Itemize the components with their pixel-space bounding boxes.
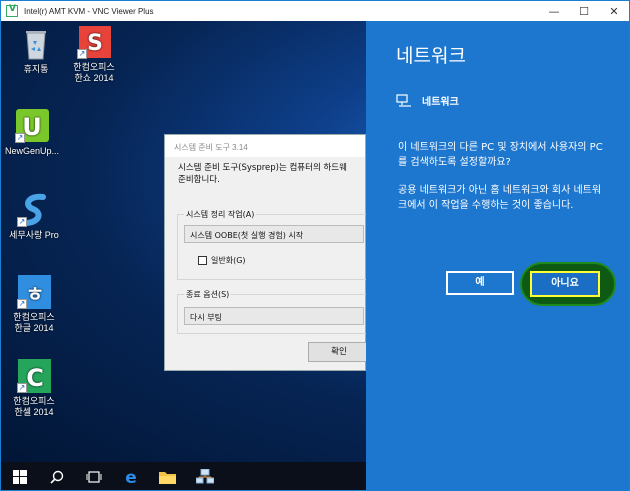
discovery-question: 이 네트워크의 다른 PC 및 장치에서 사용자의 PC를 검색하도록 설정할까…: [398, 142, 603, 168]
cleanup-action-group: 시스템 정리 작업(A) 시스템 OOBE(첫 실행 경험) 시작 일반화(G): [177, 209, 367, 280]
no-button[interactable]: 아니요: [530, 271, 600, 297]
recycle-bin-icon: [19, 27, 53, 61]
dialog-description: 시스템 준비 도구(Sysprep)는 컴퓨터의 하드웨 준비합니다.: [178, 163, 347, 185]
desktop-icon-hangul[interactable]: ㅎ ↗ 한컴오피스 한글 2014: [1, 275, 69, 334]
icon-label: 세무사랑 Pro: [9, 230, 59, 240]
yes-button[interactable]: 예: [446, 271, 514, 295]
discovery-info: 공용 네트워크가 아닌 홈 네트워크와 회사 네트워크에서 이 작업을 수행하는…: [398, 185, 602, 211]
ok-button[interactable]: 확인: [308, 342, 370, 362]
panel-subtitle: 네트워크: [396, 93, 459, 108]
network-icon: [396, 93, 411, 107]
icon-label: 한셀 2014: [14, 407, 54, 417]
shortcut-arrow-icon: ↗: [77, 49, 87, 59]
svg-text:U: U: [22, 113, 42, 141]
shortcut-arrow-icon: ↗: [17, 217, 27, 227]
search-button[interactable]: [38, 462, 75, 490]
vnc-viewer-window: Intel(r) AMT KVM - VNC Viewer Plus — ☐ ✕…: [0, 0, 630, 491]
window-title: Intel(r) AMT KVM - VNC Viewer Plus: [24, 6, 154, 16]
shortcut-arrow-icon: ↗: [17, 299, 27, 309]
svg-text:C: C: [26, 364, 44, 392]
generalize-option[interactable]: 일반화(G): [198, 255, 246, 266]
shutdown-options-select[interactable]: 다시 부팅: [184, 307, 364, 325]
svg-text:S: S: [87, 31, 103, 56]
desktop-icon-newgen[interactable]: U ↗ NewGenUp...: [1, 109, 67, 157]
hancell-icon: C ↗: [17, 359, 51, 393]
panel-title: 네트워크: [396, 45, 466, 67]
search-icon: [49, 470, 63, 484]
hanshow-icon: S ↗: [77, 25, 111, 59]
desktop-icon-semu[interactable]: ↗ 세무사랑 Pro: [1, 193, 69, 241]
svg-text:ㅎ: ㅎ: [26, 282, 44, 306]
task-view-button[interactable]: [75, 462, 112, 490]
taskbar: e: [1, 462, 366, 490]
title-bar[interactable]: Intel(r) AMT KVM - VNC Viewer Plus — ☐ ✕: [1, 1, 629, 21]
desktop-icon-hanshow[interactable]: S ↗ 한컴오피스 한쇼 2014: [59, 25, 129, 84]
network-computers-icon: [195, 468, 214, 483]
shortcut-arrow-icon: ↗: [17, 383, 27, 393]
svg-text:e: e: [125, 469, 137, 485]
edge-icon: e: [125, 469, 137, 485]
shortcut-arrow-icon: ↗: [15, 133, 25, 143]
semu-sarang-icon: ↗: [17, 193, 51, 227]
icon-label: 한글 2014: [14, 323, 54, 333]
close-button[interactable]: ✕: [599, 1, 629, 21]
folder-icon: [159, 471, 176, 484]
file-explorer-button[interactable]: [149, 462, 186, 490]
network-settings-panel: 네트워크 네트워크 이 네트워크의 다른 PC 및 장치에서 사용자의 PC를 …: [366, 21, 629, 490]
generalize-label: 일반화(G): [211, 256, 246, 265]
generalize-checkbox[interactable]: [198, 256, 207, 265]
cleanup-action-select[interactable]: 시스템 OOBE(첫 실행 경험) 시작: [184, 225, 364, 243]
icon-label: 한쇼 2014: [74, 73, 114, 83]
vnc-app-icon: [6, 4, 18, 17]
maximize-button[interactable]: ☐: [569, 1, 599, 21]
icon-label: 한컴오피스: [13, 312, 55, 322]
desktop-icon-hancell[interactable]: C ↗ 한컴오피스 한셀 2014: [1, 359, 69, 418]
hangul-icon: ㅎ ↗: [17, 275, 51, 309]
windows-logo-icon: [12, 469, 27, 484]
minimize-button[interactable]: —: [539, 1, 569, 21]
highlight-annotation: 아니요: [520, 262, 616, 306]
task-view-icon: [86, 470, 101, 483]
cleanup-action-label: 시스템 정리 작업(A): [184, 209, 257, 220]
icon-label: 한컴오피스: [13, 396, 55, 406]
newgen-update-icon: U ↗: [15, 109, 49, 143]
dialog-title: 시스템 준비 도구 3.14: [165, 135, 365, 157]
start-button[interactable]: [1, 462, 38, 490]
shutdown-options-label: 종료 옵션(S): [184, 289, 232, 300]
icon-label: NewGenUp...: [4, 146, 60, 156]
sysprep-dialog: 시스템 준비 도구 3.14 시스템 준비 도구(Sysprep)는 컴퓨터의 …: [164, 134, 370, 371]
shutdown-options-group: 종료 옵션(S) 다시 부팅: [177, 289, 367, 334]
edge-browser-button[interactable]: e: [112, 462, 149, 490]
network-app-button[interactable]: [186, 462, 223, 490]
icon-label: 한컴오피스: [73, 62, 115, 72]
